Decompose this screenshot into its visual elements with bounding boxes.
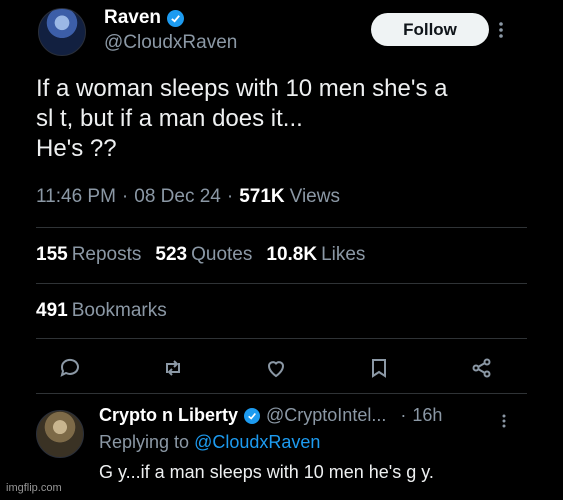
like-icon[interactable]	[262, 354, 290, 382]
likes-stat[interactable]: 10.8K Likes	[266, 244, 365, 266]
bookmarks-count: 491	[36, 300, 68, 321]
quotes-count: 523	[155, 244, 188, 265]
action-bar	[56, 354, 496, 382]
follow-button[interactable]: Follow	[371, 13, 489, 46]
watermark: imgflip.com	[6, 482, 62, 494]
reply-author-name[interactable]: Crypto n Liberty	[99, 405, 238, 426]
divider	[36, 227, 527, 228]
tweet-date[interactable]: 08 Dec 24	[134, 186, 221, 208]
tweet-time[interactable]: 11:46 PM	[36, 186, 116, 208]
reply-header: Crypto n Liberty @CryptoIntel... · 16h	[99, 405, 442, 426]
reply-author-handle[interactable]: @CryptoIntel...	[266, 405, 386, 426]
replying-to-link[interactable]: @CloudxRaven	[194, 432, 320, 452]
meta-separator: ·	[226, 186, 234, 207]
verified-badge-icon	[167, 9, 185, 27]
quotes-label: Quotes	[191, 244, 253, 265]
bookmark-icon[interactable]	[365, 354, 393, 382]
bookmarks-label: Bookmarks	[71, 300, 167, 321]
reply-icon[interactable]	[56, 354, 84, 382]
author-handle[interactable]: @CloudxRaven	[104, 32, 237, 54]
divider	[36, 283, 527, 284]
reply-age[interactable]: 16h	[412, 405, 442, 426]
reposts-count: 155	[36, 244, 68, 265]
divider	[36, 338, 527, 339]
divider	[36, 393, 527, 394]
tweet-text: If a woman sleeps with 10 men she's a sl…	[36, 75, 448, 162]
bookmarks-stat[interactable]: 491 Bookmarks	[36, 300, 167, 322]
repost-icon[interactable]	[159, 354, 187, 382]
quotes-stat[interactable]: 523 Quotes	[155, 244, 252, 266]
author-name[interactable]: Raven	[104, 7, 161, 29]
replying-prefix: Replying to	[99, 432, 190, 452]
views-label: Views	[289, 186, 340, 207]
more-options-icon[interactable]	[496, 18, 506, 42]
author-name-row[interactable]: Raven	[104, 7, 185, 29]
reply-author-avatar[interactable]	[36, 410, 84, 458]
views-count: 571K	[239, 186, 285, 207]
share-icon[interactable]	[468, 354, 496, 382]
likes-label: Likes	[321, 244, 366, 265]
meta-separator: ·	[121, 186, 129, 207]
reposts-stat[interactable]: 155 Reposts	[36, 244, 141, 266]
likes-count: 10.8K	[266, 244, 318, 265]
replying-to-line: Replying to @CloudxRaven	[99, 432, 320, 453]
reply-text: G y...if a man sleeps with 10 men he's g…	[99, 462, 434, 482]
engagement-stats: 155 Reposts 523 Quotes 10.8K Likes	[36, 244, 365, 266]
reposts-label: Reposts	[71, 244, 142, 265]
author-avatar[interactable]	[38, 8, 86, 56]
tweet-meta: 11:46 PM · 08 Dec 24 · 571K Views	[36, 186, 340, 208]
verified-badge-icon	[244, 407, 261, 424]
reply-more-options-icon[interactable]	[500, 411, 508, 431]
reply-separator: ·	[400, 405, 407, 425]
